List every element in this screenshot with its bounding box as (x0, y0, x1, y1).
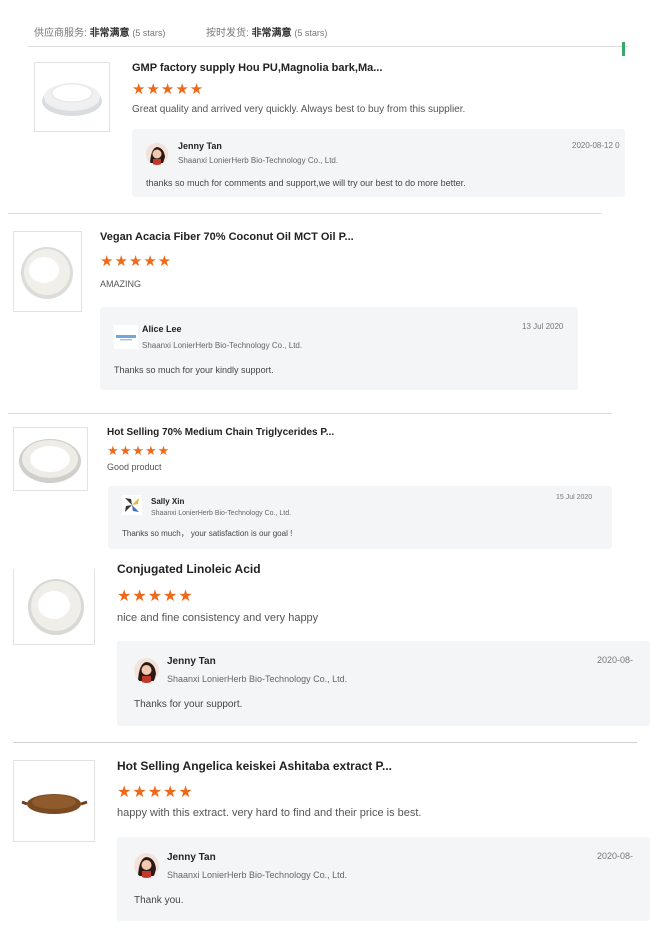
service-label: 供应商服务: (34, 28, 87, 39)
white-powder-dish-icon[interactable] (13, 231, 82, 312)
delivery-label: 按时发货: (206, 28, 249, 39)
divider (8, 213, 602, 214)
product-title[interactable]: Conjugated Linoleic Acid (117, 562, 417, 576)
product-title[interactable]: Hot Selling Angelica keiskei Ashitaba ex… (117, 759, 437, 773)
delivery-value: 非常满意 (251, 28, 292, 39)
reply-author: Jenny Tan (178, 141, 222, 151)
reply-text: Thank you. (134, 895, 184, 906)
divider (13, 742, 637, 743)
jenny-tan-avatar-icon (134, 658, 159, 683)
supplier-reply: Jenny Tan Shaanxi LonierHerb Bio-Technol… (117, 641, 650, 726)
service-stars: (5 stars) (132, 28, 166, 38)
service-rating: 供应商服务: 非常满意 (5 stars) (34, 24, 165, 39)
reply-company: Shaanxi LonierHerb Bio-Technology Co., L… (151, 510, 292, 517)
jenny-tan-avatar-icon (134, 853, 159, 878)
rating-stars: ★★★★★ (132, 81, 205, 98)
review-item: Conjugated Linoleic Acid ★★★★★ nice and … (0, 556, 650, 734)
reply-company: Shaanxi LonierHerb Bio-Technology Co., L… (178, 156, 339, 165)
review-comment: Good product (107, 462, 162, 472)
delivery-stars: (5 stars) (294, 28, 328, 38)
reply-company: Shaanxi LonierHerb Bio-Technology Co., L… (167, 870, 348, 880)
supplier-reply: Alice Lee Shaanxi LonierHerb Bio-Technol… (100, 307, 578, 390)
reply-text: Thanks so much for your kindly support. (114, 365, 274, 375)
rating-stars: ★★★★★ (107, 443, 171, 458)
reply-date: 2020-08- (597, 851, 634, 861)
delivery-rating: 按时发货: 非常满意 (5 stars) (206, 24, 327, 39)
product-title[interactable]: GMP factory supply Hou PU,Magnolia bark,… (132, 62, 432, 74)
reply-text: Thanks for your support. (134, 699, 243, 710)
reply-author: Alice Lee (142, 324, 182, 334)
company-logo-avatar-icon (114, 325, 138, 349)
rating-stars: ★★★★★ (117, 588, 194, 605)
review-item: Hot Selling Angelica keiskei Ashitaba ex… (0, 748, 650, 941)
divider (8, 413, 612, 414)
white-powder-dish-icon[interactable] (34, 62, 110, 132)
white-powder-dish-icon[interactable] (13, 569, 95, 645)
rating-stars: ★★★★★ (117, 784, 194, 801)
reply-text: thanks so much for comments and support,… (146, 178, 466, 188)
jenny-tan-avatar-icon (146, 143, 168, 165)
reply-author: Jenny Tan (167, 656, 216, 667)
review-comment: happy with this extract. very hard to fi… (117, 807, 422, 819)
product-title[interactable]: Hot Selling 70% Medium Chain Triglycerid… (107, 427, 367, 438)
reply-date: 13 Jul 2020 (522, 322, 564, 331)
supplier-reply: Sally Xin Shaanxi LonierHerb Bio-Technol… (108, 486, 612, 549)
rating-stars: ★★★★★ (100, 253, 173, 270)
reply-company: Shaanxi LonierHerb Bio-Technology Co., L… (142, 341, 303, 350)
divider (28, 46, 628, 47)
reply-date: 2020-08-12 0 (572, 141, 620, 150)
supplier-rating-summary: 供应商服务: 非常满意 (5 stars) 按时发货: 非常满意 (5 star… (0, 18, 640, 46)
pinwheel-avatar-icon (122, 495, 142, 515)
reply-author: Sally Xin (151, 497, 185, 506)
reply-text: Thanks so much， your satisfaction is our… (122, 529, 293, 538)
review-item: GMP factory supply Hou PU,Magnolia bark,… (0, 50, 650, 200)
review-comment: AMAZING (100, 279, 142, 289)
reply-date: 2020-08- (597, 655, 634, 665)
white-powder-dish-icon[interactable] (13, 427, 88, 491)
product-title[interactable]: Vegan Acacia Fiber 70% Coconut Oil MCT O… (100, 231, 360, 243)
review-comment: nice and fine consistency and very happy (117, 612, 319, 624)
reply-company: Shaanxi LonierHerb Bio-Technology Co., L… (167, 674, 348, 684)
review-item: Hot Selling 70% Medium Chain Triglycerid… (0, 418, 650, 553)
service-value: 非常满意 (89, 28, 130, 39)
reply-date: 15 Jul 2020 (556, 494, 593, 501)
supplier-reply: Jenny Tan Shaanxi LonierHerb Bio-Technol… (132, 129, 625, 197)
brown-extract-dish-icon[interactable] (13, 760, 95, 842)
review-item: Vegan Acacia Fiber 70% Coconut Oil MCT O… (0, 218, 650, 408)
supplier-reply: Jenny Tan Shaanxi LonierHerb Bio-Technol… (117, 837, 650, 921)
review-comment: Great quality and arrived very quickly. … (132, 104, 466, 115)
reply-author: Jenny Tan (167, 852, 216, 863)
